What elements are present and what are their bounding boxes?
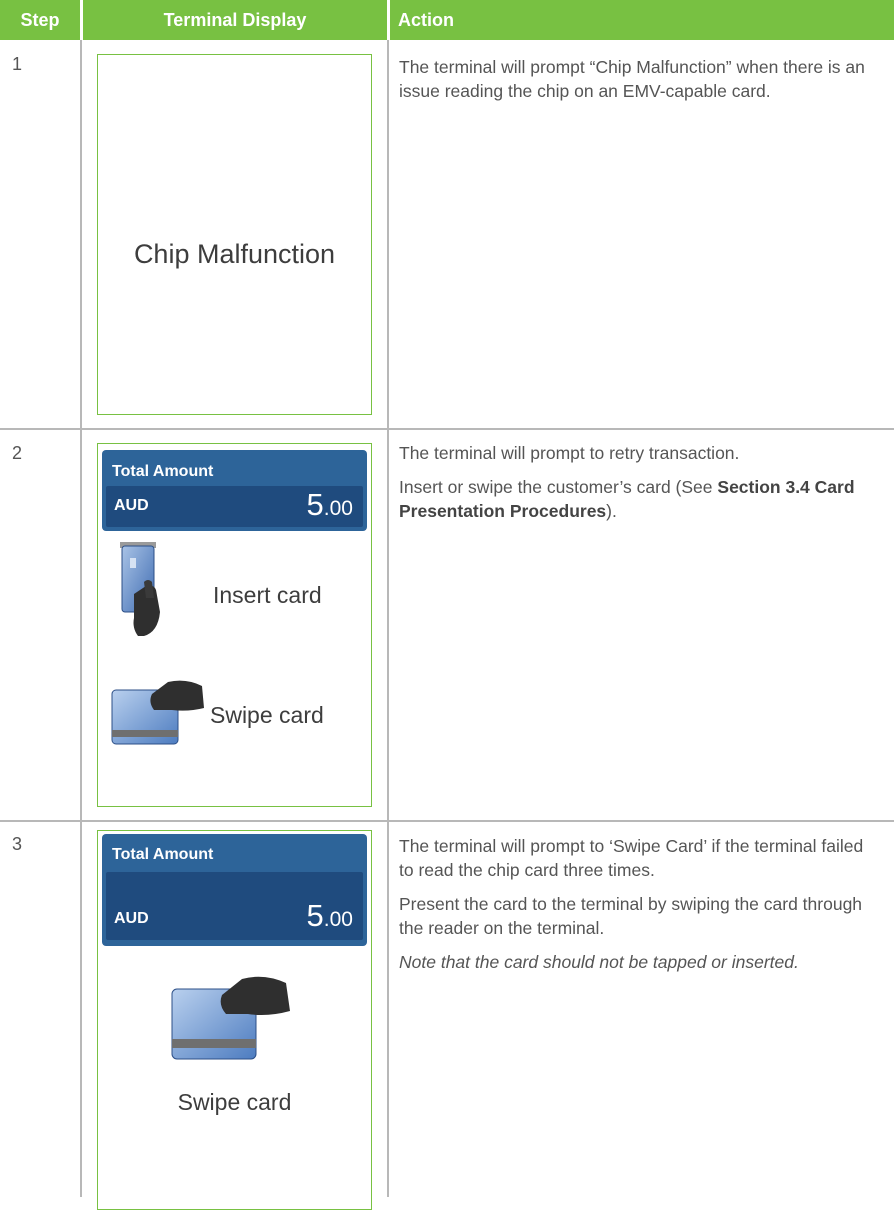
action-paragraph: The terminal will prompt to retry transa… (399, 443, 740, 463)
action-text: The terminal will prompt to retry transa… (399, 441, 879, 533)
insert-card-label: Insert card (213, 582, 322, 608)
action-paragraph: Present the card to the terminal by swip… (399, 894, 863, 938)
total-amount-panel: Total Amount AUD 5.00 (102, 450, 367, 531)
card-swipe-icon (111, 680, 204, 745)
action-paragraph: Insert or swipe the customer’s card (See… (399, 475, 879, 523)
total-amount-panel: Total Amount AUD 5.00 (102, 834, 367, 946)
column-divider (80, 40, 82, 1197)
amount-value: 5.00 (307, 898, 353, 934)
currency-label: AUD (114, 497, 149, 514)
column-divider (387, 40, 389, 1197)
swipe-card-label: Swipe card (177, 1089, 292, 1115)
row-divider (0, 428, 894, 430)
terminal-screen-swipe: Total Amount AUD 5.00 Swipe card (97, 830, 372, 1210)
step-number: 3 (12, 834, 23, 854)
amount-field: AUD 5.00 (106, 486, 363, 527)
total-amount-label: Total Amount (112, 463, 214, 480)
header-action: Action (390, 0, 894, 40)
header-step: Step (0, 0, 80, 40)
card-swipe-icon (171, 976, 290, 1060)
action-text-span: Insert or swipe the customer’s card (See (399, 477, 718, 497)
amount-value: 5.00 (307, 487, 353, 523)
amount-cents: .00 (323, 497, 353, 520)
action-text: The terminal will prompt to ‘Swipe Card’… (399, 834, 879, 984)
card-insert-icon (120, 542, 160, 636)
step-number: 2 (12, 443, 23, 463)
action-paragraph: The terminal will prompt “Chip Malfuncti… (399, 57, 865, 101)
note-text: Note that the card should not be tapped … (399, 952, 799, 972)
amount-whole: 5 (306, 487, 324, 522)
action-note: Note that the card should not be tapped … (399, 950, 879, 974)
row-divider (0, 820, 894, 822)
currency-label: AUD (114, 910, 149, 927)
amount-field: AUD 5.00 (106, 872, 363, 940)
action-text: The terminal will prompt “Chip Malfuncti… (399, 55, 879, 113)
terminal-screen-chip-malfunction: Chip Malfunction (97, 54, 372, 415)
terminal-screen-retry: Total Amount AUD 5.00 Insert card Swipe … (97, 443, 372, 807)
action-text-span: ). (606, 501, 617, 521)
action-paragraph: The terminal will prompt to ‘Swipe Card’… (399, 836, 864, 880)
total-amount-label: Total Amount (112, 846, 214, 863)
swipe-card-label: Swipe card (210, 702, 324, 728)
amount-cents: .00 (323, 908, 353, 931)
step-number: 1 (12, 54, 23, 74)
screen-message: Chip Malfunction (133, 239, 336, 269)
procedure-table: Step Terminal Display Action 1 Chip Malf… (0, 0, 894, 1210)
header-terminal-display: Terminal Display (83, 0, 387, 40)
amount-whole: 5 (306, 898, 324, 933)
